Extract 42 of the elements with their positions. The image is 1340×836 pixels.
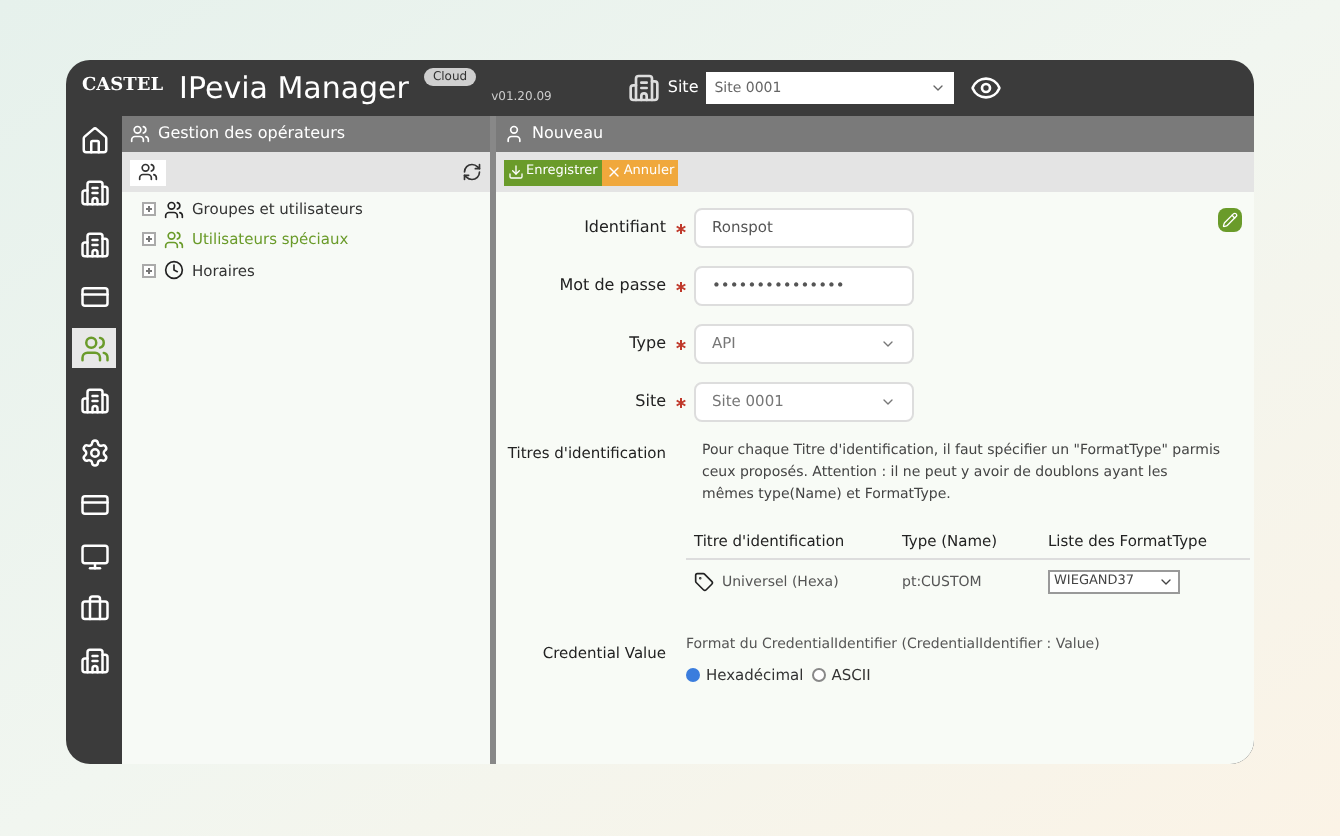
site-label: Site [667, 76, 699, 100]
building-icon [79, 229, 109, 259]
users-icon [164, 199, 184, 220]
radio-button[interactable] [811, 667, 826, 682]
users-icon [79, 333, 109, 363]
group-button[interactable] [130, 159, 166, 185]
tag-icon [694, 572, 714, 592]
toolbox-icon [79, 593, 109, 623]
monitor-icon [79, 541, 109, 571]
field-label: Site [633, 390, 666, 414]
building-icon [79, 645, 109, 675]
eye-icon[interactable] [970, 72, 1003, 104]
edit-icon[interactable] [1218, 208, 1242, 232]
badge-icon [79, 281, 109, 311]
user-icon [504, 124, 524, 144]
building-icon [79, 385, 109, 415]
expand-icon[interactable] [142, 202, 156, 217]
building-icon [79, 177, 109, 207]
radio-button[interactable] [686, 667, 700, 682]
settings-icon [79, 437, 109, 467]
chevron-down-icon [880, 394, 896, 410]
expand-icon[interactable] [142, 263, 156, 278]
field-label: Mot de passe [557, 274, 666, 298]
home-icon [79, 125, 109, 155]
panel-title: Gestion des opérateurs [158, 122, 346, 146]
users-icon [164, 229, 184, 250]
clock-icon [164, 260, 184, 281]
logo: CASTEL [82, 74, 164, 101]
close-icon [605, 164, 622, 180]
refresh-icon[interactable] [462, 162, 482, 182]
chevron-down-icon [1158, 574, 1174, 590]
app-title: IPevia Manager [179, 67, 409, 110]
building-icon [627, 72, 660, 104]
expand-icon[interactable] [142, 232, 156, 247]
field-label: Identifiant [582, 216, 666, 240]
field-label: Type [627, 332, 666, 356]
chevron-down-icon [880, 336, 896, 352]
panel-title: Nouveau [532, 122, 604, 146]
download-icon [508, 164, 524, 180]
users-icon [130, 124, 150, 144]
chevron-down-icon [930, 80, 947, 96]
badge-icon [79, 489, 109, 519]
